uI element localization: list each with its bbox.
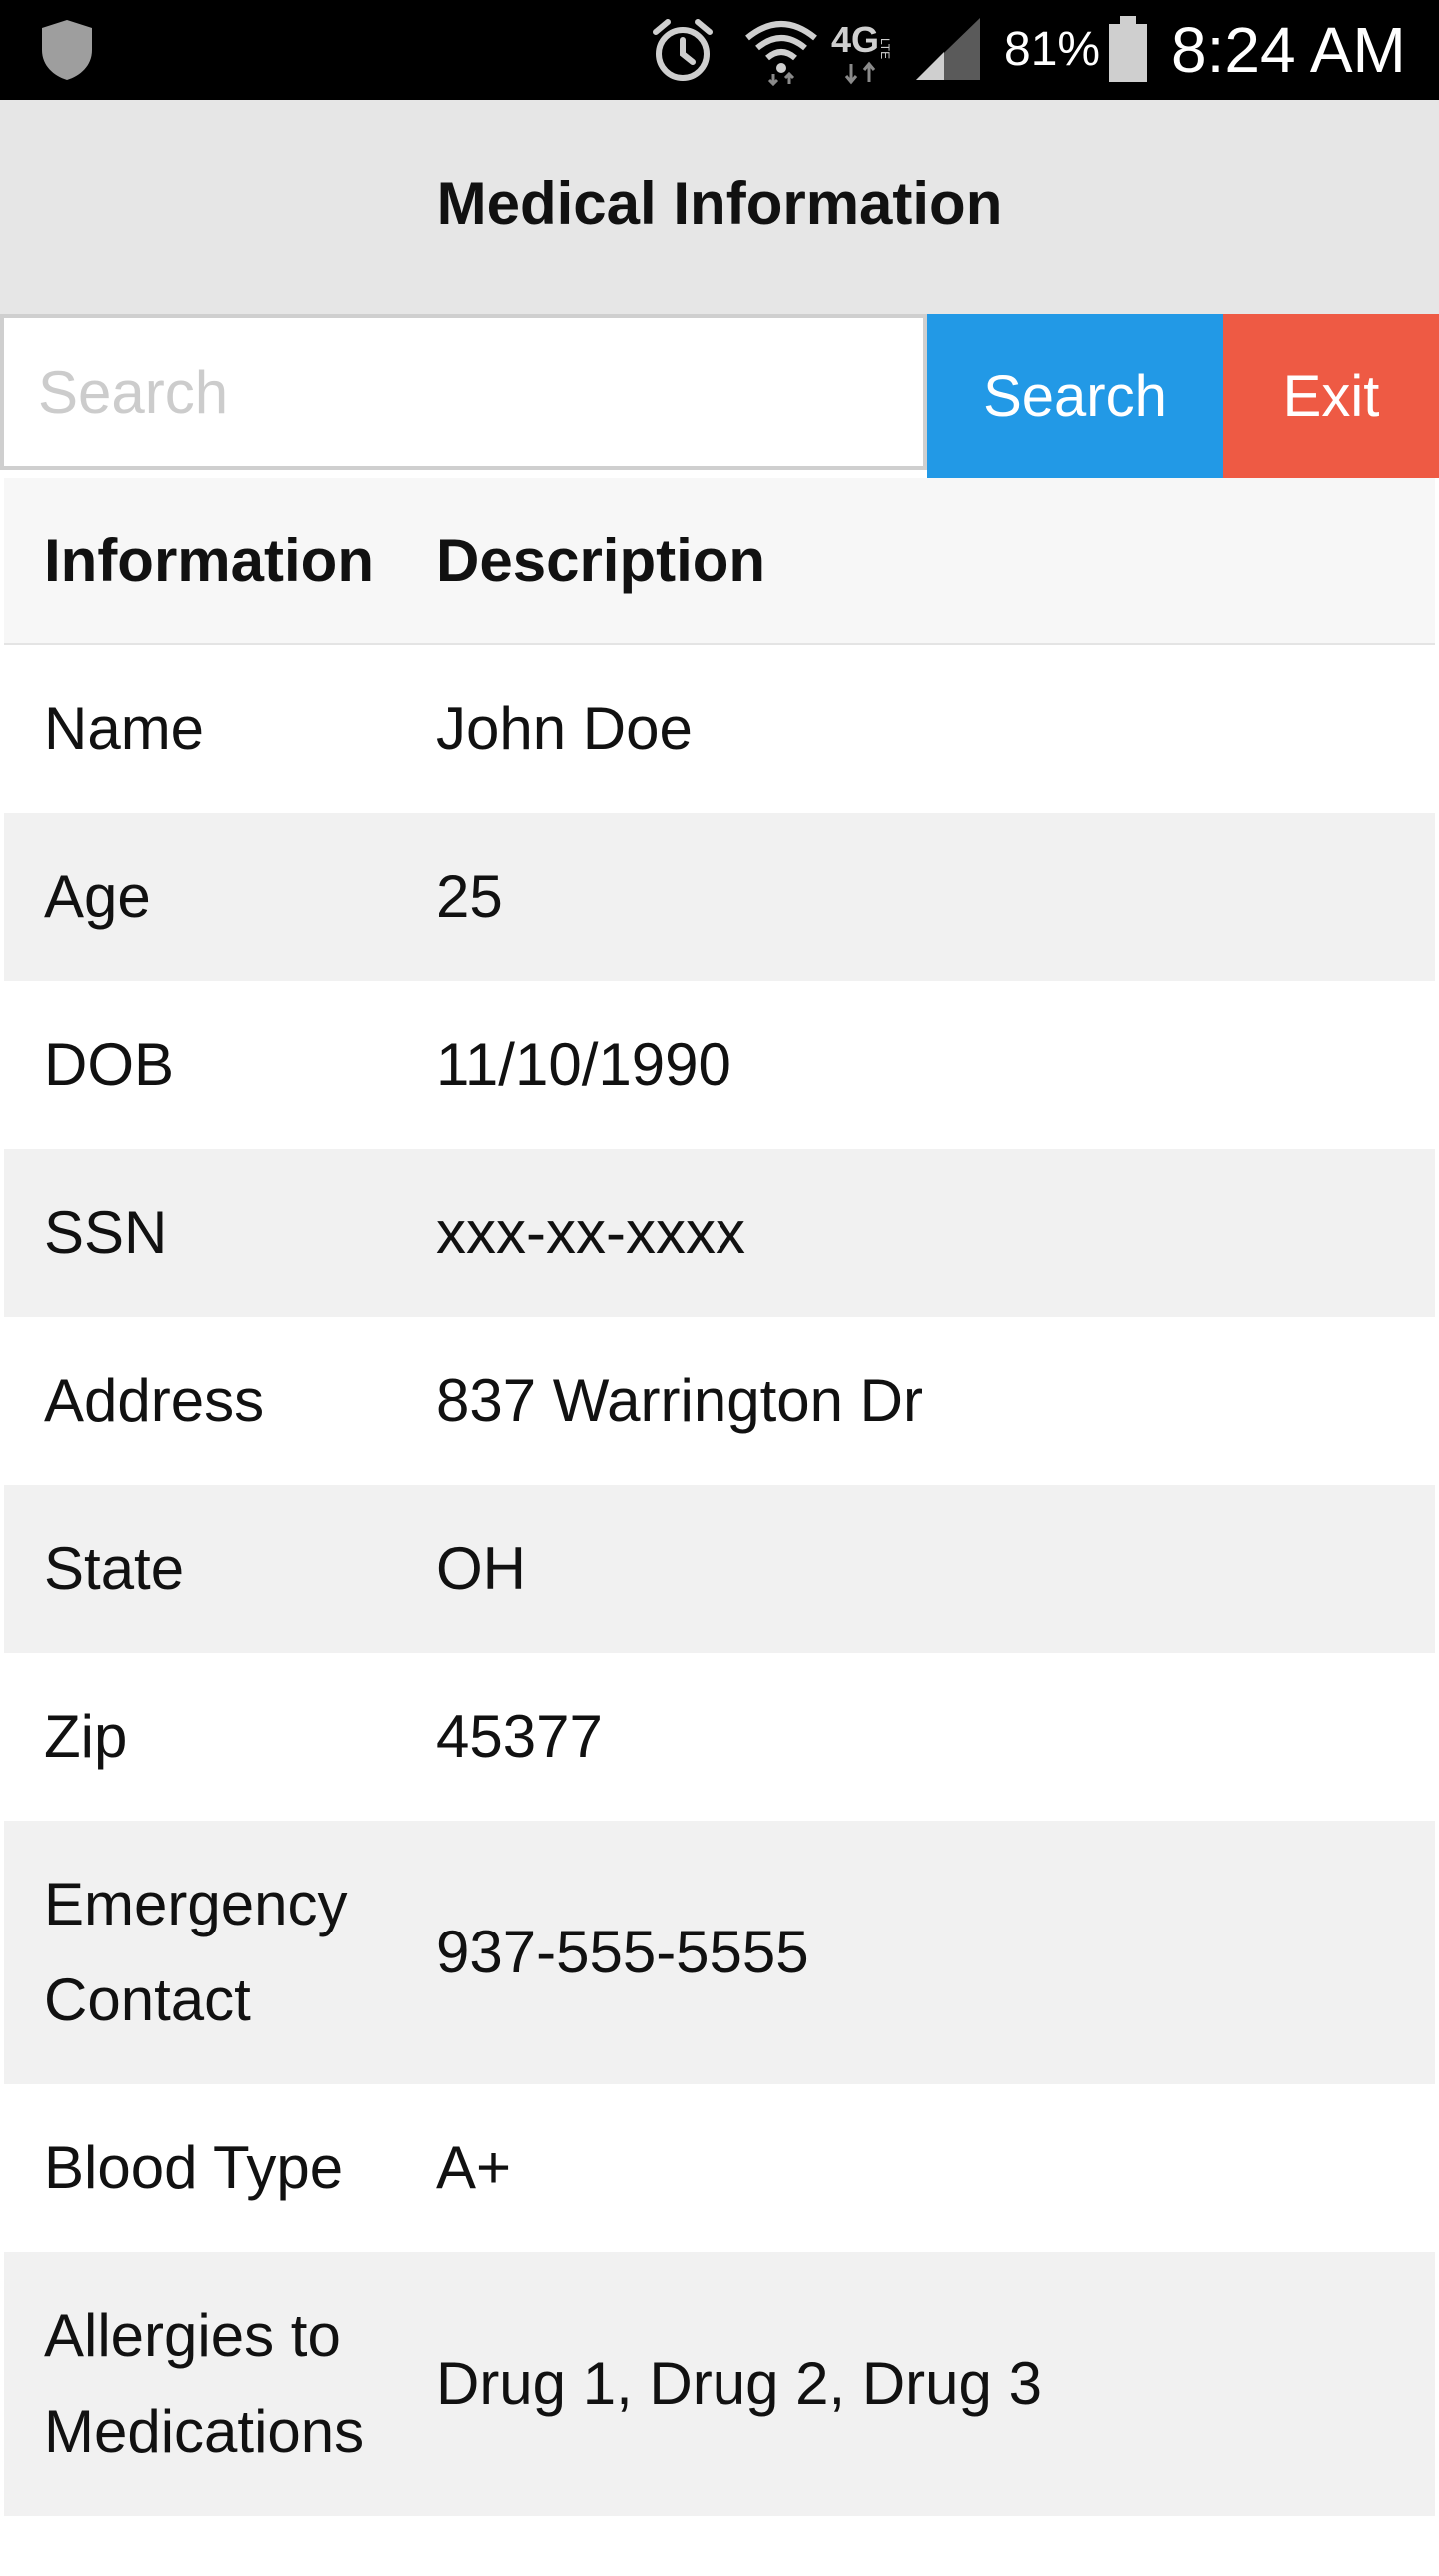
alarm-icon [653, 19, 713, 81]
shield-icon [42, 20, 92, 80]
lte-icon: 4G LTE [831, 19, 892, 85]
description-cell: Drug 1, Drug 2, Drug 3 [436, 2350, 1042, 2417]
exit-button[interactable]: Exit [1223, 314, 1439, 478]
info-cell: Zip [44, 1703, 128, 1770]
table-row: State OH [4, 1485, 1435, 1653]
table-row: Name John Doe [4, 645, 1435, 813]
info-cell: Allergies to Medications [44, 2302, 365, 2465]
medical-info-table: Information Description Name John Doe Ag… [4, 478, 1435, 2576]
info-cell: Emergency Contact [44, 1871, 348, 2033]
search-input[interactable] [0, 314, 927, 470]
search-button[interactable]: Search [927, 314, 1223, 478]
table-row: Allergies to Medications Drug 1, Drug 2,… [4, 2252, 1435, 2516]
table-row: Address 837 Warrington Dr [4, 1317, 1435, 1485]
info-cell: State [44, 1535, 185, 1602]
table-row: Emergency Contact 937-555-5555 [4, 1821, 1435, 2084]
status-bar: 4G LTE 81% 8:24 AM [0, 0, 1439, 100]
info-cell: Address [44, 1367, 265, 1434]
battery-percent: 81% [1004, 23, 1101, 76]
svg-text:4G: 4G [831, 19, 879, 60]
wifi-icon [745, 21, 817, 86]
info-cell: Blood Type [44, 2134, 344, 2201]
description-cell: 937-555-5555 [436, 1919, 809, 1985]
table-row: SSN xxx-xx-xxxx [4, 1149, 1435, 1317]
app-header: Medical Information [0, 100, 1439, 314]
battery-icon [1109, 16, 1147, 82]
info-cell: SSN [44, 1199, 168, 1266]
description-cell: 11/10/1990 [436, 1031, 731, 1098]
description-cell: 25 [436, 863, 503, 930]
description-cell: 837 Warrington Dr [436, 1367, 923, 1434]
column-header-description: Description [436, 526, 766, 594]
status-time: 8:24 AM [1171, 14, 1406, 86]
table-row [4, 2516, 1435, 2576]
table-row: DOB 11/10/1990 [4, 981, 1435, 1149]
table-row: Zip 45377 [4, 1653, 1435, 1821]
description-cell: xxx-xx-xxxx [436, 1199, 745, 1266]
table-row: Blood Type A+ [4, 2084, 1435, 2252]
column-header-information: Information [44, 526, 374, 594]
description-cell: 45377 [436, 1703, 603, 1770]
svg-text:LTE: LTE [878, 38, 892, 59]
info-cell: Name [44, 695, 205, 762]
page-title: Medical Information [436, 169, 1003, 237]
table-header-row: Information Description [4, 478, 1435, 645]
table-row: Age 25 [4, 813, 1435, 981]
description-cell: A+ [436, 2134, 512, 2201]
description-cell: OH [436, 1535, 526, 1602]
search-bar: Search Exit [0, 314, 1439, 478]
description-cell: John Doe [436, 695, 693, 762]
signal-icon [916, 18, 980, 80]
info-cell: Age [44, 863, 151, 930]
info-cell: DOB [44, 1031, 175, 1098]
